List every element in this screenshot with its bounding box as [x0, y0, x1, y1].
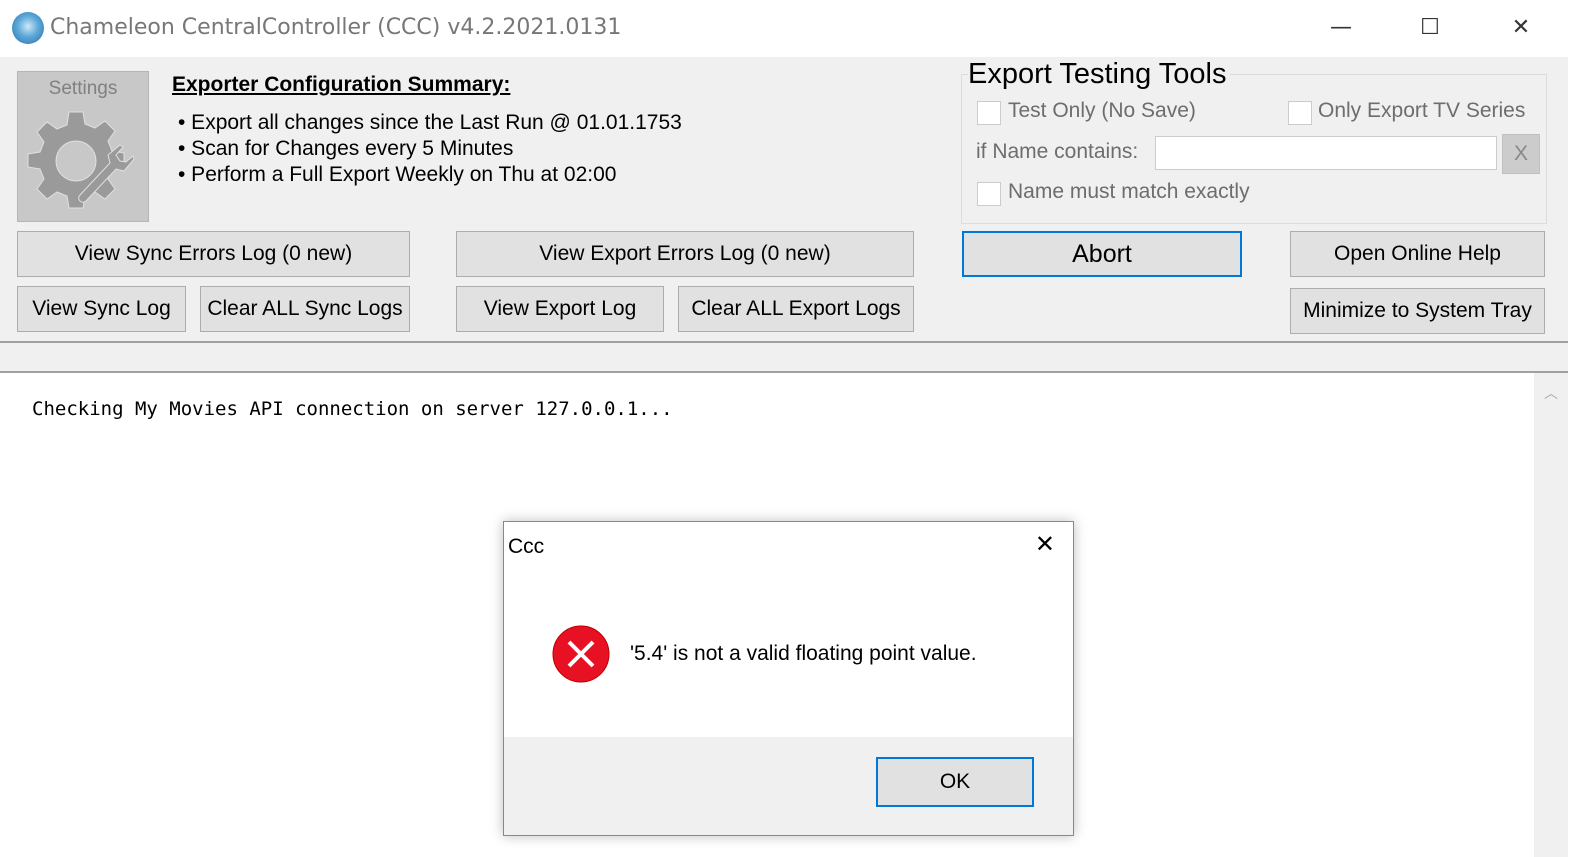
settings-label: Settings: [48, 78, 118, 99]
settings-button[interactable]: Settings: [17, 71, 149, 222]
dialog-message: '5.4' is not a valid floating point valu…: [630, 642, 977, 665]
name-contains-input[interactable]: [1155, 136, 1497, 170]
app-icon: [12, 12, 44, 44]
summary-item: • Export all changes since the Last Run …: [178, 111, 682, 134]
summary-title: Exporter Configuration Summary:: [172, 73, 511, 96]
log-line: Checking My Movies API connection on ser…: [32, 398, 673, 420]
minimize-tray-button[interactable]: Minimize to System Tray: [1290, 288, 1545, 334]
clear-export-logs-button[interactable]: Clear ALL Export Logs: [678, 286, 914, 332]
status-strip: [0, 341, 1568, 373]
dialog-title: Ccc: [508, 535, 545, 558]
export-testing-title: Export Testing Tools: [968, 58, 1231, 91]
dialog-footer: OK: [504, 737, 1073, 835]
name-contains-label: if Name contains:: [976, 140, 1139, 163]
dialog-close-button[interactable]: ✕: [1035, 530, 1055, 558]
view-export-errors-button[interactable]: View Export Errors Log (0 new): [456, 231, 914, 277]
view-sync-errors-button[interactable]: View Sync Errors Log (0 new): [17, 231, 410, 277]
summary-item: • Scan for Changes every 5 Minutes: [178, 137, 514, 160]
ok-button[interactable]: OK: [876, 757, 1034, 807]
close-button[interactable]: ✕: [1496, 10, 1546, 46]
log-scrollbar[interactable]: ︿: [1534, 373, 1568, 857]
clear-name-button[interactable]: X: [1502, 134, 1540, 174]
clear-sync-logs-button[interactable]: Clear ALL Sync Logs: [200, 286, 410, 332]
summary-item: • Perform a Full Export Weekly on Thu at…: [178, 163, 617, 186]
scroll-up-icon[interactable]: ︿: [1534, 383, 1568, 403]
open-help-button[interactable]: Open Online Help: [1290, 231, 1545, 277]
tv-only-label: Only Export TV Series: [1318, 99, 1526, 122]
exact-match-checkbox[interactable]: [977, 182, 1001, 206]
minimize-button[interactable]: —: [1316, 10, 1366, 46]
maximize-button[interactable]: ☐: [1405, 10, 1455, 46]
test-only-label: Test Only (No Save): [1008, 99, 1196, 122]
exact-match-label: Name must match exactly: [1008, 180, 1250, 203]
test-only-checkbox[interactable]: [977, 101, 1001, 125]
abort-button[interactable]: Abort: [962, 231, 1242, 277]
view-sync-log-button[interactable]: View Sync Log: [17, 286, 186, 332]
error-dialog: Ccc ✕ '5.4' is not a valid floating poin…: [503, 521, 1074, 836]
view-export-log-button[interactable]: View Export Log: [456, 286, 664, 332]
gear-wrench-icon: [27, 111, 135, 209]
window-title: Chameleon CentralController (CCC) v4.2.2…: [50, 15, 622, 40]
error-icon: [552, 625, 610, 683]
tv-only-checkbox[interactable]: [1288, 101, 1312, 125]
